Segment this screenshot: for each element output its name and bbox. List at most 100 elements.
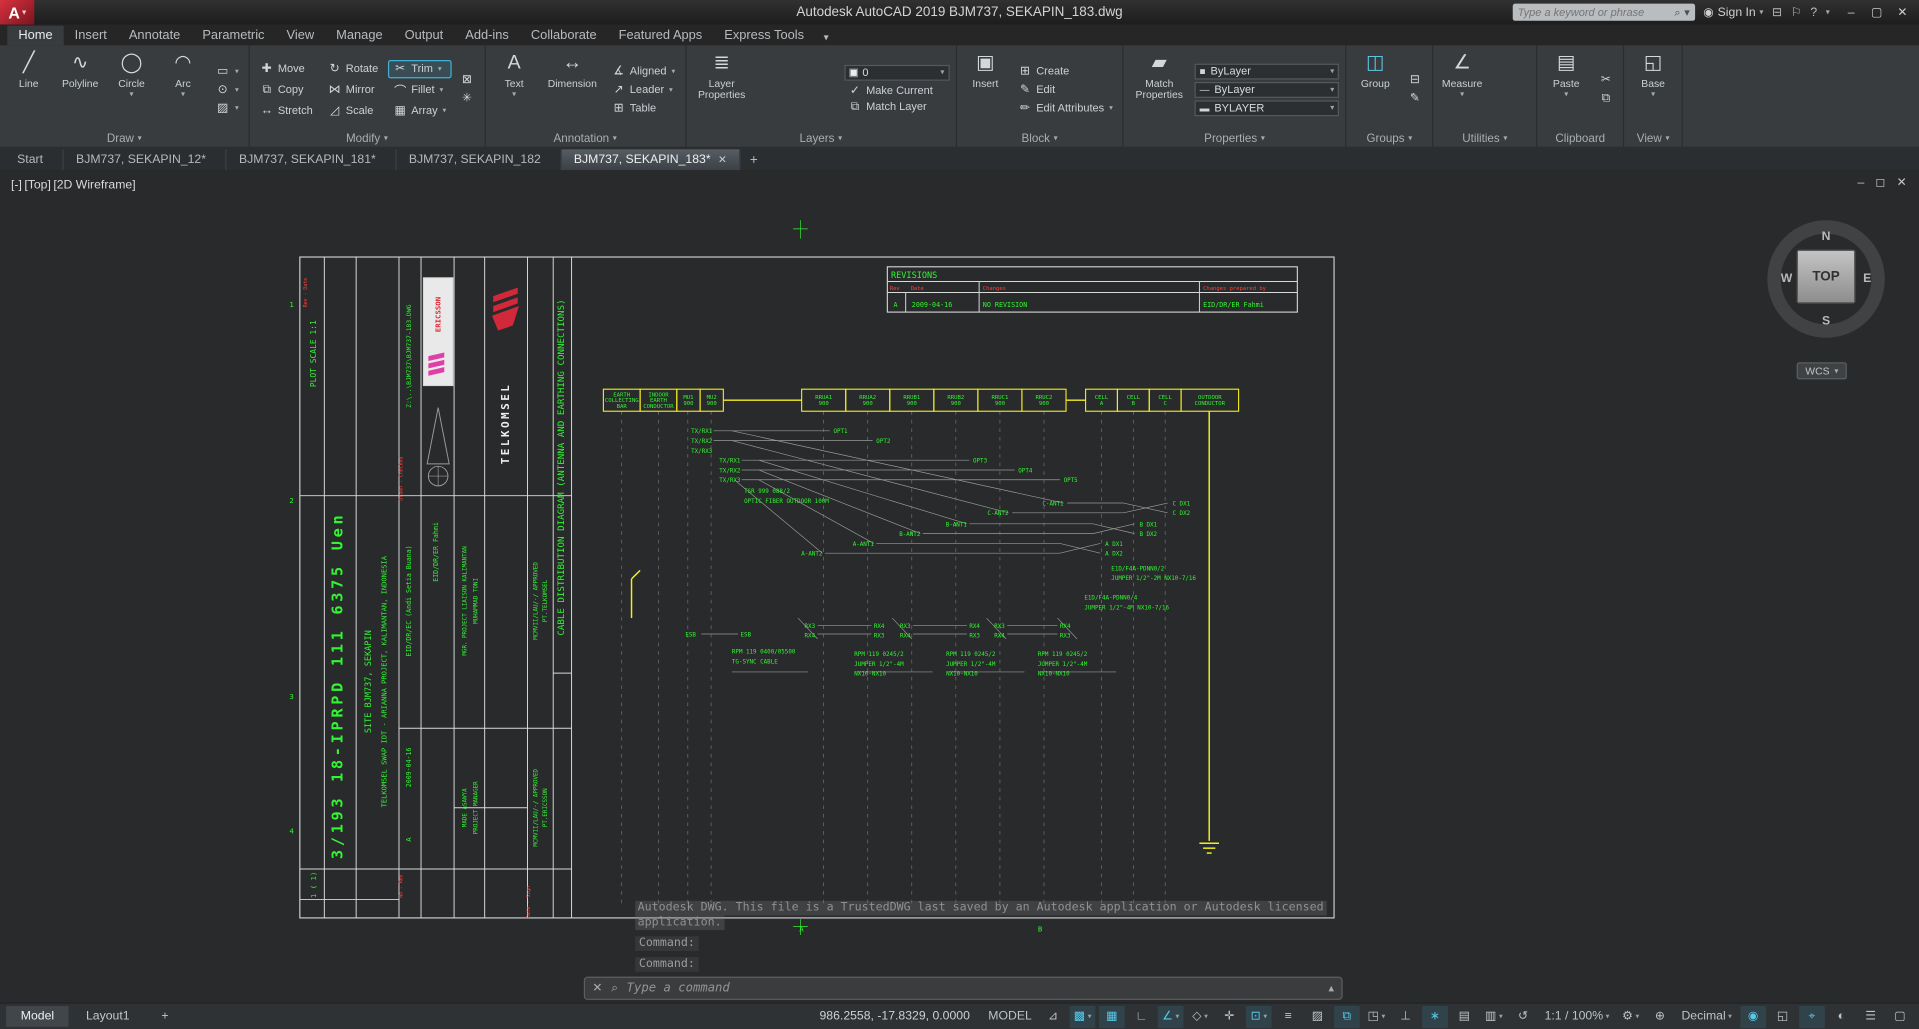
search-icon[interactable]: ⌕ bbox=[1674, 6, 1680, 19]
stretch-button[interactable]: ↔ Stretch bbox=[256, 102, 317, 118]
search-dropdown-icon[interactable]: ▾ bbox=[1684, 6, 1690, 19]
panel-label-modify[interactable]: Modify ▾ bbox=[250, 130, 484, 147]
circle-button[interactable]: ◯ Circle ▾ bbox=[109, 49, 154, 130]
new-layout-button[interactable]: + bbox=[147, 1006, 184, 1027]
quick-properties-icon[interactable]: ▤ bbox=[1452, 1005, 1478, 1027]
viewport-menu-button[interactable]: [-] bbox=[11, 179, 22, 192]
command-line[interactable]: ✕ ⌕ Type a command ▴ bbox=[583, 976, 1343, 1000]
command-close-icon[interactable]: ✕ bbox=[592, 982, 602, 995]
graphics-performance-icon[interactable]: ⌖ bbox=[1799, 1005, 1825, 1028]
transparency-icon[interactable]: ▨ bbox=[1305, 1005, 1331, 1027]
tab-home[interactable]: Home bbox=[7, 25, 64, 46]
cut-icon[interactable]: ✂ bbox=[1595, 72, 1617, 88]
3d-object-snap-icon[interactable]: ◳ bbox=[1363, 1005, 1389, 1027]
rotate-button[interactable]: ↻ Rotate bbox=[324, 61, 382, 77]
edit-block-button[interactable]: ✎ Edit bbox=[1014, 81, 1116, 97]
panel-label-clipboard[interactable]: Clipboard bbox=[1537, 130, 1623, 147]
viewcube[interactable]: N S W E TOP WCS ▾ bbox=[1755, 211, 1902, 395]
drawing-canvas[interactable]: EARTH COLLECTING BAR INDOOR EARTH CONDUCTOR MU… bbox=[0, 170, 1919, 1003]
snap-mode-icon[interactable]: ▩ bbox=[1069, 1005, 1096, 1028]
ribbon-display-toggle[interactable]: ▾ bbox=[815, 29, 837, 45]
panel-label-layers[interactable]: Layers ▾ bbox=[686, 130, 955, 147]
panel-label-draw[interactable]: Draw ▾ bbox=[0, 130, 248, 147]
group-edit-icon[interactable]: ✎ bbox=[1404, 91, 1426, 107]
annotation-scale-button[interactable]: 1:1 / 100% bbox=[1538, 1005, 1615, 1027]
compass-north-label[interactable]: N bbox=[1822, 230, 1831, 243]
viewcube-top-face[interactable]: TOP bbox=[1796, 249, 1856, 304]
dynamic-ucs-icon[interactable]: ⊥ bbox=[1393, 1005, 1419, 1027]
command-history-toggle[interactable]: ▴ bbox=[1329, 982, 1335, 995]
base-view-button[interactable]: ◱ Base ▾ bbox=[1630, 49, 1675, 130]
copy-clip-icon[interactable]: ⧉ bbox=[1595, 91, 1617, 107]
close-tab-icon[interactable]: ✕ bbox=[718, 153, 727, 166]
doc-restore-button[interactable]: ◻ bbox=[1875, 176, 1885, 189]
tab-output[interactable]: Output bbox=[394, 26, 455, 46]
rectangle-icon[interactable]: ▭ bbox=[212, 63, 243, 79]
annotation-monitor-icon[interactable]: ⊕ bbox=[1647, 1005, 1673, 1027]
search-input[interactable] bbox=[1517, 6, 1671, 19]
text-button[interactable]: A Text ▾ bbox=[492, 49, 537, 130]
compass-west-label[interactable]: W bbox=[1781, 272, 1793, 285]
group-button[interactable]: ◫ Group bbox=[1353, 49, 1398, 130]
cad-drawing[interactable]: EARTHCOLLECTINGBARINDOOREARTHCONDUCTORMU… bbox=[0, 170, 1919, 1002]
copy-button[interactable]: ⧉ Copy bbox=[256, 79, 317, 100]
clean-screen-icon[interactable]: ▢ bbox=[1887, 1005, 1913, 1027]
file-tab-sekapin-182[interactable]: BJM737, SEKAPIN_182 bbox=[397, 149, 562, 171]
edit-attributes-button[interactable]: ✏ Edit Attributes bbox=[1014, 100, 1116, 116]
tab-annotate[interactable]: Annotate bbox=[118, 26, 191, 46]
match-layer-button[interactable]: ⧉ Match Layer bbox=[844, 99, 949, 115]
panel-label-groups[interactable]: Groups ▾ bbox=[1347, 130, 1433, 147]
layout1-tab[interactable]: Layout1 bbox=[71, 1006, 144, 1027]
doc-minimize-button[interactable]: – bbox=[1858, 176, 1865, 189]
mirror-button[interactable]: ⋈ Mirror bbox=[324, 79, 382, 100]
fillet-button[interactable]: ⌒ Fillet bbox=[389, 79, 450, 100]
ellipse-icon[interactable]: ⊙ bbox=[212, 81, 243, 97]
viewport-view-button[interactable]: [Top] bbox=[24, 179, 51, 192]
wcs-selector[interactable]: WCS ▾ bbox=[1796, 362, 1847, 380]
help-dropdown-icon[interactable]: ▾ bbox=[1826, 7, 1830, 18]
command-search-icon[interactable]: ⌕ bbox=[611, 982, 618, 995]
viewport-visual-style-button[interactable]: [2D Wireframe] bbox=[53, 179, 135, 192]
selection-filtering-icon[interactable]: ▥ bbox=[1481, 1005, 1507, 1027]
file-tab-sekapin-12[interactable]: BJM737, SEKAPIN_12* bbox=[64, 149, 227, 171]
move-button[interactable]: ✚ Move bbox=[256, 61, 317, 77]
leader-button[interactable]: ↗ Leader bbox=[608, 81, 679, 97]
panel-label-block[interactable]: Block ▾ bbox=[957, 130, 1123, 147]
doc-close-button[interactable]: ✕ bbox=[1897, 176, 1907, 189]
workspace-gear-icon[interactable]: ⚙ bbox=[1618, 1005, 1644, 1027]
infer-constraints-icon[interactable]: ⊿ bbox=[1040, 1005, 1066, 1027]
make-current-button[interactable]: ✓ Make Current bbox=[844, 83, 949, 99]
match-properties-button[interactable]: ▰ Match Properties bbox=[1130, 49, 1189, 130]
ortho-mode-icon[interactable]: ∟ bbox=[1128, 1005, 1154, 1027]
polar-tracking-icon[interactable]: ∠ bbox=[1157, 1005, 1184, 1028]
autoscale-icon[interactable]: ◱ bbox=[1770, 1005, 1796, 1027]
minimize-button[interactable]: – bbox=[1838, 0, 1864, 24]
isolate-objects-icon[interactable]: ◐ bbox=[1829, 1005, 1855, 1027]
notifications-icon[interactable]: ⚐ bbox=[1791, 6, 1802, 19]
tab-express-tools[interactable]: Express Tools bbox=[713, 26, 815, 46]
sign-in-button[interactable]: ◉ Sign In ▾ bbox=[1703, 6, 1763, 19]
file-tab-start[interactable]: Start bbox=[5, 149, 64, 171]
insert-block-button[interactable]: ▣ Insert bbox=[963, 49, 1008, 130]
gizmo-icon[interactable]: ↺ bbox=[1510, 1005, 1536, 1027]
linetype-select[interactable]: ▬ BYLAYER ▾ bbox=[1194, 99, 1340, 116]
object-snap-icon[interactable]: ⊡ bbox=[1245, 1005, 1272, 1028]
panel-label-annotation[interactable]: Annotation ▾ bbox=[485, 130, 685, 147]
ungroup-icon[interactable]: ⊟ bbox=[1404, 72, 1426, 88]
annotation-visibility-icon[interactable]: ◉ bbox=[1740, 1005, 1767, 1028]
measure-button[interactable]: ∠ Measure ▾ bbox=[1440, 49, 1485, 130]
line-button[interactable]: ╱ Line bbox=[6, 49, 51, 130]
tab-collaborate[interactable]: Collaborate bbox=[520, 26, 608, 46]
layer-properties-button[interactable]: ≣ Layer Properties bbox=[692, 49, 751, 130]
application-menu-button[interactable]: A ▾ bbox=[0, 0, 35, 25]
cart-icon[interactable]: ⊟ bbox=[1772, 6, 1782, 19]
arc-button[interactable]: ◠ Arc ▾ bbox=[160, 49, 205, 130]
tab-featured-apps[interactable]: Featured Apps bbox=[608, 26, 714, 46]
maximize-button[interactable]: ▢ bbox=[1864, 0, 1890, 24]
panel-label-utilities[interactable]: Utilities ▾ bbox=[1433, 130, 1536, 147]
model-space-button[interactable]: MODEL bbox=[982, 1005, 1038, 1027]
command-input[interactable]: Type a command bbox=[627, 982, 1320, 995]
dynamic-input-icon[interactable]: ∗ bbox=[1422, 1005, 1448, 1028]
close-button[interactable]: ✕ bbox=[1890, 0, 1916, 24]
array-button[interactable]: ▦ Array bbox=[389, 102, 450, 118]
